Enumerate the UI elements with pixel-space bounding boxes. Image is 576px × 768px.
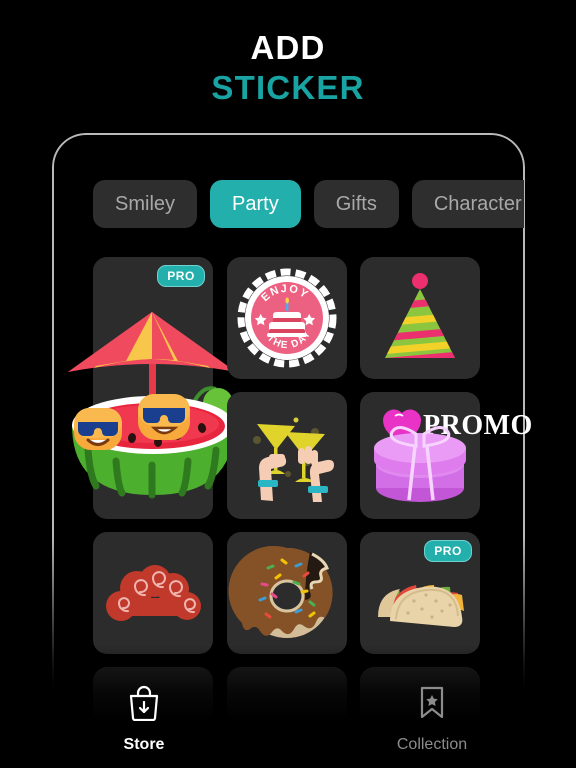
sticker-watermelon-pool-umbrella[interactable]: PRO xyxy=(67,257,236,519)
champagne-toast-icon xyxy=(227,392,347,519)
bookmark-star-icon xyxy=(417,685,447,726)
page-title-secondary: STICKER xyxy=(211,69,365,106)
tab-smiley[interactable]: Smiley xyxy=(93,180,198,228)
page-header: ADD STICKER xyxy=(0,0,576,125)
tab-gifts[interactable]: Gifts xyxy=(313,180,399,228)
add-sticker-screen: ADD STICKER Smiley Party Gifts Character… xyxy=(0,0,576,768)
shopping-bag-download-icon xyxy=(127,685,161,726)
sticker-red-swirl-cloud[interactable] xyxy=(93,532,213,654)
tab-character[interactable]: Character xyxy=(411,180,524,228)
sticker-promo-gift-box[interactable]: PROMO xyxy=(360,392,532,519)
page-title-primary: ADD xyxy=(250,29,326,66)
nav-label-store: Store xyxy=(123,735,165,753)
nav-item-collection[interactable]: Collection xyxy=(288,670,576,768)
nav-item-store[interactable]: Store xyxy=(0,670,288,768)
party-hat-icon xyxy=(360,257,480,379)
enjoy-the-day-badge-icon: ENJOY THE DAY xyxy=(227,257,347,379)
watermelon-pool-umbrella-icon xyxy=(67,257,236,519)
bottom-navigation-bar: Store Collection xyxy=(0,670,576,768)
pro-badge: PRO xyxy=(157,265,205,287)
pro-badge: PRO xyxy=(424,540,472,562)
promo-gift-box-icon: PROMO xyxy=(360,392,532,519)
sticker-taco[interactable]: PRO xyxy=(360,532,480,654)
red-swirl-cloud-icon xyxy=(93,532,213,654)
chocolate-donut-icon xyxy=(227,532,347,654)
sticker-party-hat[interactable] xyxy=(360,257,480,379)
sticker-champagne-toast[interactable] xyxy=(227,392,347,519)
nav-label-collection: Collection xyxy=(396,735,468,753)
category-tab-bar: Smiley Party Gifts Character xyxy=(93,180,524,228)
sticker-grid: PRO ENJOY THE DAY PROMO PRO xyxy=(67,257,532,768)
sticker-enjoy-the-day-badge[interactable]: ENJOY THE DAY xyxy=(227,257,347,379)
sticker-chocolate-donut[interactable] xyxy=(227,532,347,654)
tab-party[interactable]: Party xyxy=(210,180,301,228)
